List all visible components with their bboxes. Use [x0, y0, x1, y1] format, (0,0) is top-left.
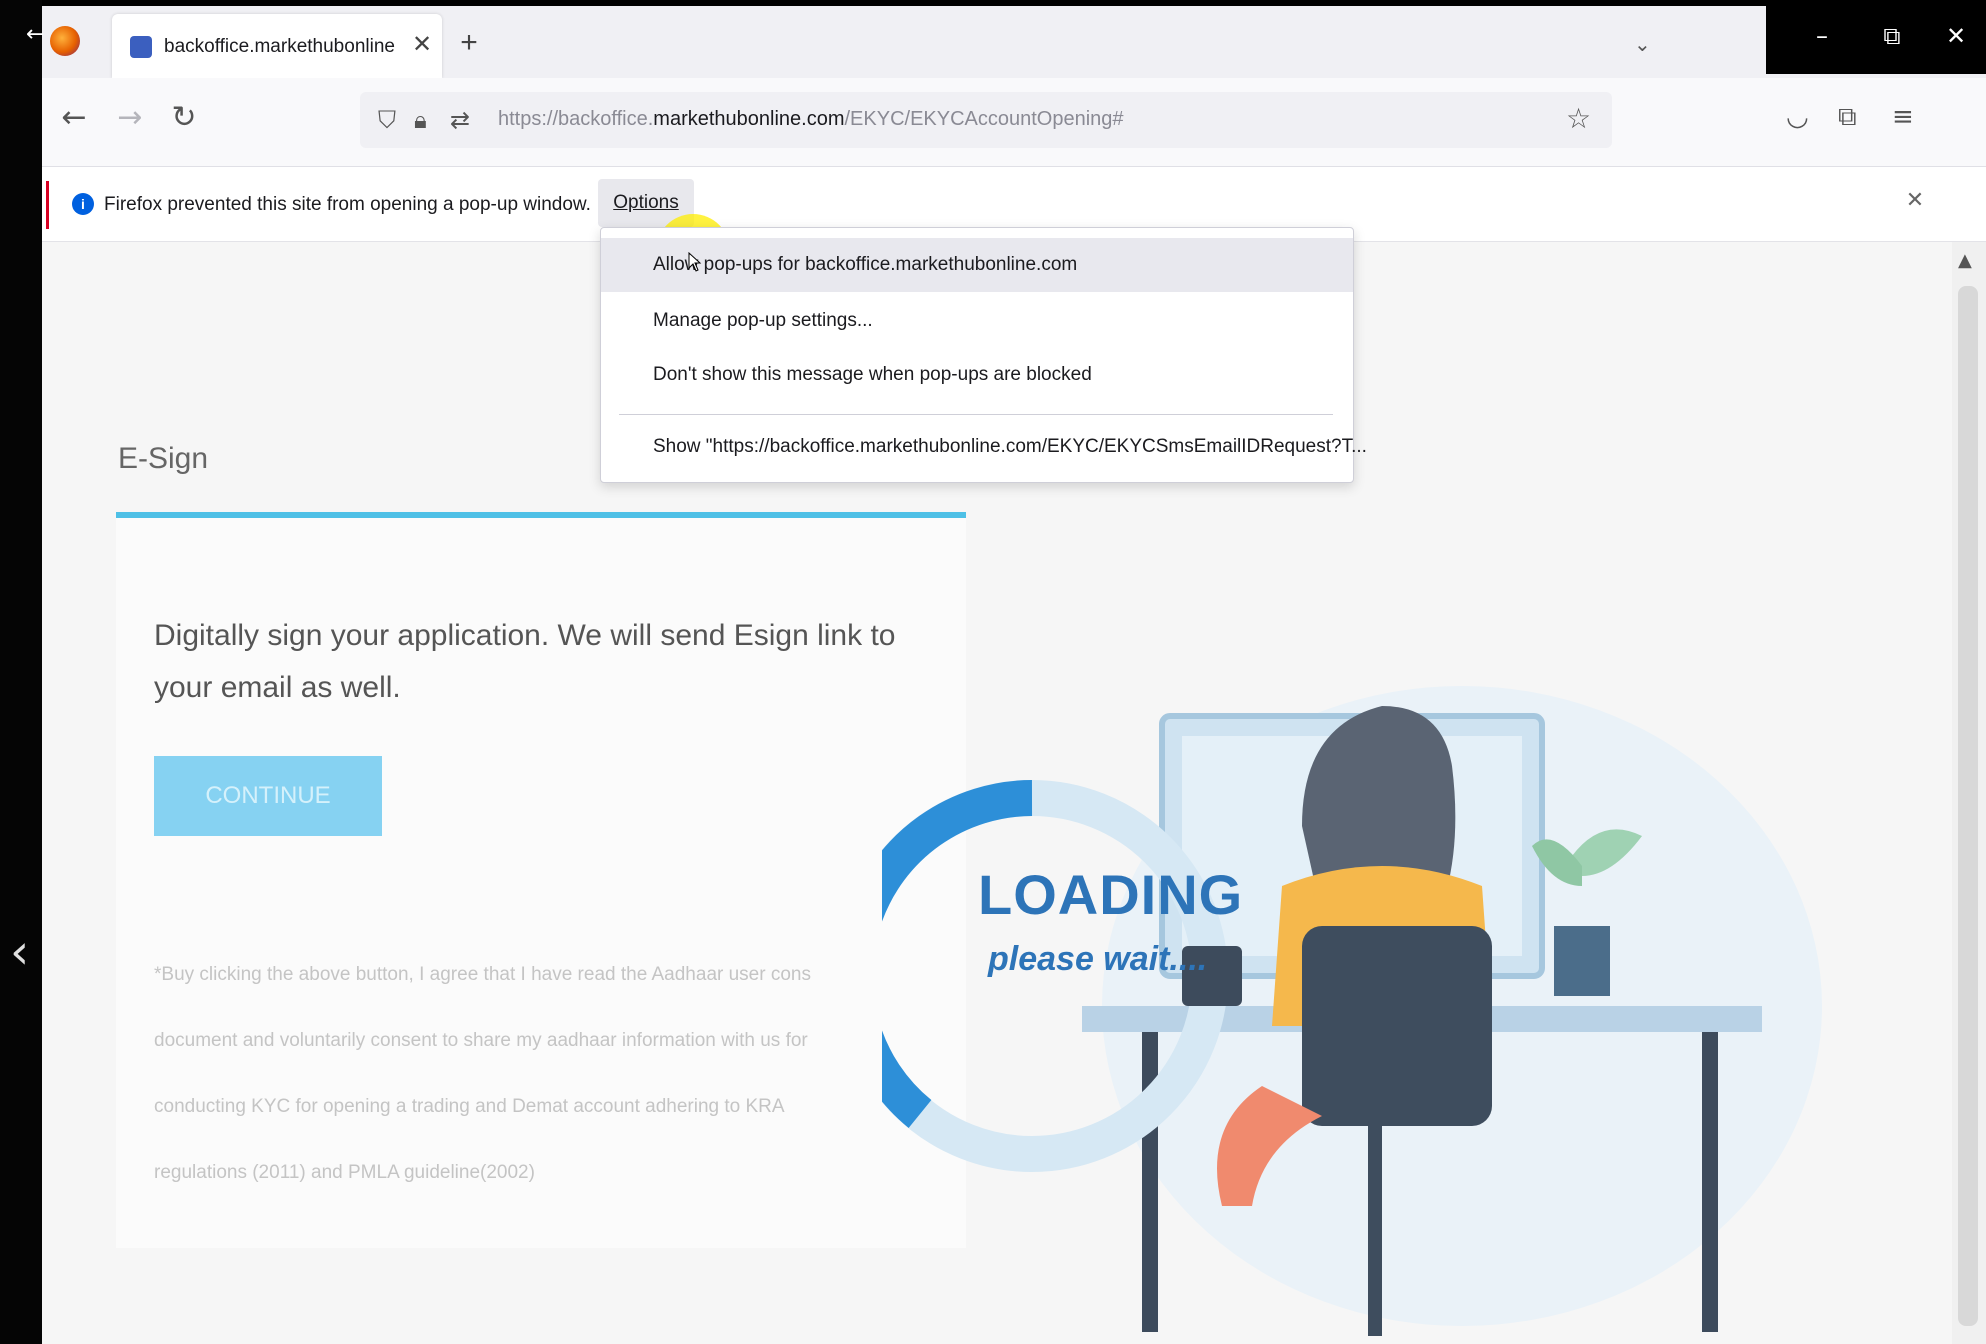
shield-outline-icon[interactable]: ⛉ — [378, 106, 396, 134]
forward-button[interactable]: → — [112, 100, 148, 135]
chevron-left-icon[interactable]: ‹ — [10, 928, 29, 976]
pocket-icon[interactable]: ◡ — [1786, 102, 1809, 132]
close-window-button[interactable]: ✕ — [1936, 22, 1976, 50]
permissions-icon[interactable]: ⇄ — [450, 106, 470, 134]
tab-list-chevron-down-icon[interactable]: ⌄ — [1634, 32, 1651, 56]
url-path: /EKYC/EKYCAccountOpening# — [844, 108, 1124, 130]
scrollbar-thumb[interactable] — [1958, 286, 1978, 1326]
extensions-icon[interactable]: ⧉ — [1838, 102, 1857, 133]
restore-button[interactable]: ⧉ — [1872, 22, 1912, 50]
esign-instruction: Digitally sign your application. We will… — [154, 619, 896, 704]
disclaimer: *Buy clicking the above button, I agree … — [154, 942, 944, 1206]
tab-title: backoffice.markethubonline.co — [164, 36, 396, 57]
lock-icon[interactable]: 🔒︎ — [414, 106, 427, 134]
plant-pot — [1554, 926, 1610, 996]
close-tab-icon[interactable]: ✕ — [412, 30, 436, 60]
disclaimer-line: regulations (2011) and PMLA guideline(20… — [154, 1162, 535, 1183]
site-favicon-icon — [130, 36, 152, 58]
url-domain: markethubonline.com — [653, 108, 845, 130]
reload-button[interactable]: ↻ — [166, 100, 202, 135]
firefox-logo-icon — [50, 26, 80, 56]
mouse-cursor-icon — [688, 252, 702, 272]
url-bar[interactable]: ⛉ 🔒︎ ⇄ https://backoffice.markethubonlin… — [360, 92, 1612, 148]
active-tab[interactable]: backoffice.markethubonline.co ✕ — [112, 14, 442, 78]
loading-illustration — [882, 686, 1822, 1336]
menu-item-allow-popups[interactable]: Allow pop-ups for backoffice.markethubon… — [601, 238, 1353, 292]
close-notification-icon[interactable]: ✕ — [1900, 187, 1930, 213]
menu-item-manage-popups[interactable]: Manage pop-up settings... — [601, 294, 1353, 348]
tab-bar: backoffice.markethubonline.co ✕ + ⌄ – ⧉ … — [42, 6, 1986, 78]
new-tab-button[interactable]: + — [454, 26, 484, 60]
menu-separator — [619, 414, 1333, 415]
window-controls: – ⧉ ✕ — [1766, 6, 1986, 74]
menu-item-label: Show "https://backoffice.markethubonline… — [653, 436, 1367, 457]
popup-options-menu: Allow pop-ups for backoffice.markethubon… — [600, 227, 1367, 483]
chair-back — [1302, 926, 1492, 1126]
disclaimer-line: conducting KYC for opening a trading and… — [154, 1096, 785, 1117]
disclaimer-line: *Buy clicking the above button, I agree … — [154, 964, 811, 985]
minimize-button[interactable]: – — [1802, 22, 1842, 50]
back-button[interactable]: ← — [56, 100, 92, 135]
url-prefix: https://backoffice. — [498, 108, 654, 130]
notification-accent — [46, 181, 49, 229]
back-arrow-icon[interactable]: ← — [26, 22, 44, 47]
left-black-margin: ‹ — [0, 0, 42, 1344]
menu-item-label: Don't show this message when pop-ups are… — [653, 364, 1092, 385]
disclaimer-line: document and voluntarily consent to shar… — [154, 1030, 808, 1051]
menu-item-dont-show[interactable]: Don't show this message when pop-ups are… — [601, 348, 1353, 402]
desk-leg — [1142, 1032, 1158, 1332]
url-text[interactable]: https://backoffice.markethubonline.com/E… — [498, 108, 1124, 131]
info-icon: i — [72, 193, 94, 215]
star-icon[interactable]: ☆ — [1566, 102, 1591, 135]
menu-item-label: Allow pop-ups for backoffice.markethubon… — [653, 254, 1078, 275]
notification-message: Firefox prevented this site from opening… — [104, 194, 591, 215]
section-title: E-Sign — [118, 442, 209, 475]
continue-button[interactable]: CONTINUE — [154, 756, 382, 836]
navigation-bar: ← → ↻ ⛉ 🔒︎ ⇄ https://backoffice.markethu… — [42, 78, 1986, 167]
browser-window: backoffice.markethubonline.co ✕ + ⌄ – ⧉ … — [42, 6, 1986, 1344]
loading-subtitle: please wait.... — [988, 940, 1208, 978]
desk-leg — [1702, 1032, 1718, 1332]
loading-title: LOADING — [978, 863, 1244, 926]
hamburger-menu-icon[interactable]: ≡ — [1892, 102, 1914, 132]
menu-item-show-popup[interactable]: Show "https://backoffice.markethubonline… — [601, 420, 1367, 474]
scroll-up-arrow-icon[interactable]: ▲ — [1958, 250, 1972, 271]
menu-item-label: Manage pop-up settings... — [653, 310, 873, 331]
chair-post — [1368, 1126, 1382, 1336]
